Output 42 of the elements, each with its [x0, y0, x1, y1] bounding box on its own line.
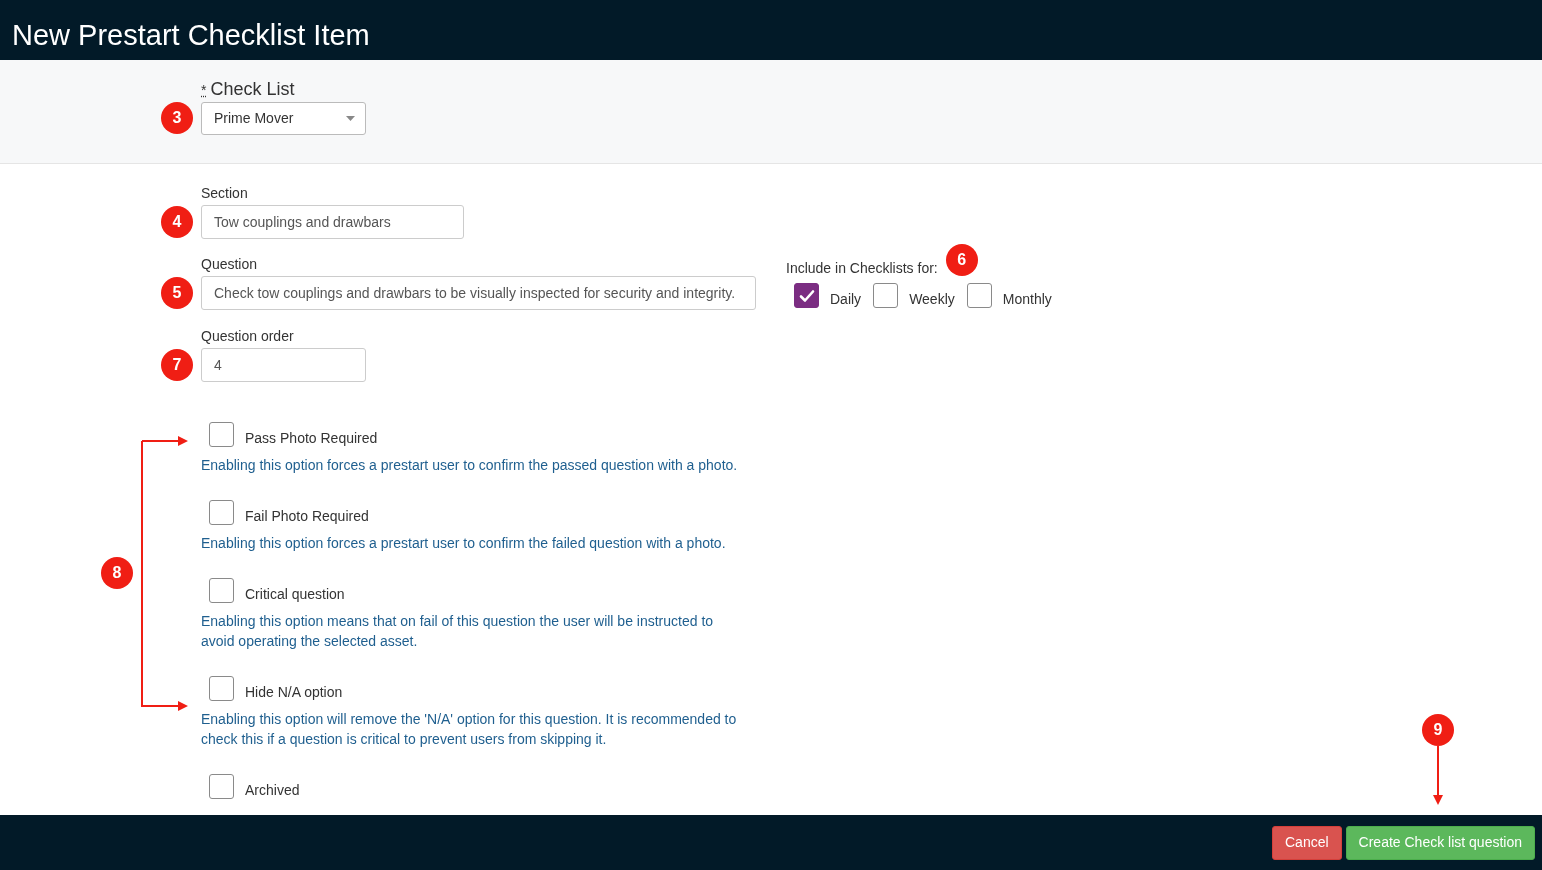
field-label: Section — [201, 185, 249, 202]
checkbox-label: Pass Photo Required — [245, 430, 378, 447]
caret-icon — [346, 116, 355, 121]
required-mark: * — [201, 81, 207, 100]
field-label: Question order — [201, 328, 295, 345]
checkbox-label: Fail Photo Required — [245, 508, 369, 525]
field-label: Question — [201, 256, 259, 273]
help-text: Enabling this option will remove the 'N/A' option for this question. It is recommended to check this if a question is critical to prevent users from skipping it. — [201, 710, 738, 749]
step-number-badge: 5 — [161, 277, 193, 309]
step-number-badge: 8 — [101, 557, 133, 589]
checkbox[interactable] — [209, 774, 234, 799]
step-number-badge: 9 — [1422, 714, 1454, 746]
checkbox-label: Monthly — [1002, 291, 1052, 308]
step-number-badge: 3 — [161, 102, 193, 134]
checkbox[interactable] — [209, 500, 234, 525]
help-text: Enabling this option forces a prestart user to confirm the passed question with a photo. — [201, 456, 739, 475]
down-arrow — [1432, 746, 1444, 806]
check-icon — [798, 288, 815, 303]
checkbox[interactable] — [794, 283, 819, 308]
text-input-field[interactable]: Tow couplings and drawbars — [201, 205, 464, 239]
checkbox-label: Weekly — [909, 291, 955, 308]
text-input-field[interactable]: Check tow couplings and drawbars to be visually inspected for security and integrity. — [201, 276, 756, 310]
step-number-badge: 7 — [161, 349, 193, 381]
checkbox[interactable] — [966, 283, 992, 308]
checkbox-label: Daily — [830, 291, 862, 308]
checkbox[interactable] — [209, 422, 234, 447]
checkbox-label: Archived — [245, 782, 300, 799]
step-number-badge: 4 — [161, 206, 193, 238]
help-text: Enabling this option forces a prestart user to confirm the failed question with a photo. — [201, 534, 727, 553]
page-title: New Prestart Checklist Item — [12, 18, 370, 52]
check-list-dropdown[interactable]: Prime Mover — [201, 102, 366, 135]
checkbox[interactable] — [209, 676, 234, 701]
field-label: Check List — [210, 79, 295, 100]
text-input-field[interactable]: 4 — [201, 348, 366, 382]
step-number-badge: 6 — [945, 244, 978, 276]
checkbox-label: Hide N/A option — [245, 684, 343, 701]
checkbox[interactable] — [209, 578, 234, 603]
field-label: Include in Checklists for: — [786, 260, 938, 276]
checkbox[interactable] — [873, 283, 899, 308]
checkbox-label: Critical question — [245, 586, 345, 603]
help-text: Enabling this option means that on fail of this question the user will be instructed to avoid operating the selected asset. — [201, 612, 715, 651]
cancel-button[interactable]: Cancel — [1272, 825, 1342, 860]
